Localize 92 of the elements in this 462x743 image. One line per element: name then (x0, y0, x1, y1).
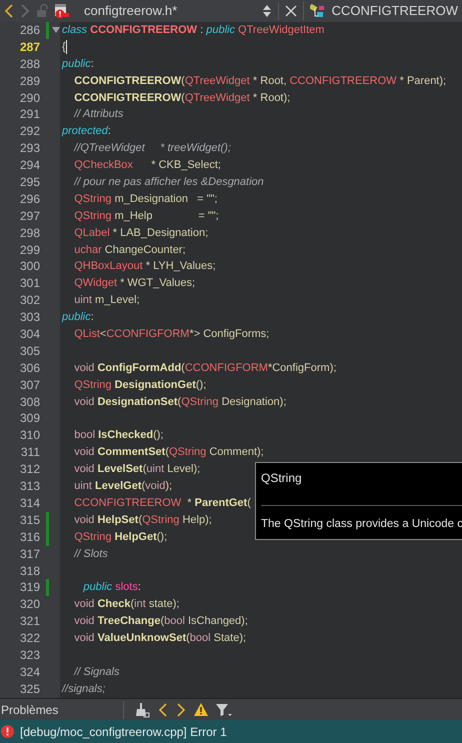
code-line: void Check(int state); (73, 597, 180, 612)
code-line: QHBoxLayout * LYH_Values; (73, 259, 216, 274)
line-number: 310 (18, 427, 40, 444)
code-line: QString HelpGet(); (73, 530, 168, 545)
filter-icon[interactable] (216, 702, 232, 716)
symbol-label[interactable]: CCONFIGTREEROW (332, 1, 458, 21)
code-line: void DesignationSet(QString Designation); (73, 394, 286, 410)
warning-icon[interactable] (194, 703, 208, 716)
code-line: //signals; (62, 682, 106, 697)
line-number: 295 (18, 174, 40, 191)
line-number: 318 (18, 562, 40, 580)
code-line: QString m_Help = ""; (73, 208, 219, 224)
line-number: 306 (18, 360, 40, 377)
code-line: QList<CCONFIGFORM*> ConfigForms; (73, 327, 270, 342)
previous-icon[interactable] (158, 702, 168, 716)
code-line: bool IsChecked(); (73, 428, 164, 444)
line-number: 291 (18, 106, 40, 124)
code-line: uint m_Level; (73, 293, 140, 308)
code-line: QWidget * WGT_Values; (73, 276, 196, 292)
line-number: 287 (18, 38, 40, 56)
line-number: 311 (20, 444, 40, 462)
code-line: public: (62, 56, 94, 72)
file-error-icon (54, 3, 70, 19)
line-number: 324 (18, 664, 40, 681)
line-number: 293 (18, 140, 40, 158)
file-name[interactable]: configtreerow.h* (84, 1, 178, 21)
code-line: public slots: (82, 580, 141, 596)
clean-icon[interactable] (134, 702, 150, 718)
code-line: class CCONFIGTREEROW : public QTreeWidgetItem (62, 23, 324, 38)
line-number: 308 (18, 394, 40, 410)
code-line: QLabel * LAB_Designation; (73, 226, 208, 241)
close-icon[interactable] (284, 5, 297, 17)
line-number: 286 (18, 22, 40, 39)
tooltip-title: QString (260, 470, 303, 487)
line-number: 299 (18, 242, 40, 258)
line-number: 307 (18, 376, 40, 394)
line-number: 298 (18, 224, 40, 242)
code-line: // pour ne pas afficher les &Desgnation (72, 175, 264, 190)
code-line: CCONFIGTREEROW(QTreeWidget * Root); (73, 90, 290, 106)
code-line: { (62, 40, 66, 55)
line-number: 292 (18, 123, 40, 140)
line-number: 319 (18, 579, 40, 596)
code-line: void LevelSet(uint Level); (73, 462, 200, 478)
code-line: void ConfigFormAdd(CCONFIGFORM*ConfigForm); (73, 360, 336, 376)
line-number: 312 (18, 461, 40, 478)
next-icon[interactable] (176, 702, 186, 716)
code-line: // Slots (72, 546, 108, 562)
line-number: 288 (18, 56, 40, 73)
up-down-icon[interactable] (262, 4, 272, 18)
line-number: 304 (18, 326, 40, 343)
line-number: 290 (18, 90, 40, 106)
line-number: 315 (18, 512, 40, 529)
line-number: 325 (18, 680, 40, 698)
code-line: uint LevelGet(void); (73, 479, 172, 494)
line-number: 289 (18, 72, 40, 90)
text-cursor (66, 40, 67, 54)
line-number: 309 (18, 410, 40, 428)
code-line: protected: (62, 124, 111, 140)
line-number: 296 (18, 190, 40, 208)
line-number: 303 (18, 309, 40, 326)
back-icon[interactable] (4, 4, 14, 18)
code-line: QString DesignationGet(); (73, 378, 206, 393)
line-number: 320 (18, 596, 40, 614)
line-number: 300 (18, 258, 40, 276)
code-line: CCONFIGTREEROW * ParentGet( (73, 496, 251, 511)
line-number: 317 (18, 546, 40, 563)
fold-icon[interactable] (52, 27, 60, 34)
code-line: CCONFIGTREEROW(QTreeWidget * Root, CCONFIGTREEROW * Parent); (73, 74, 446, 89)
code-line: void ValueUnknowSet(bool State); (73, 631, 246, 646)
error-icon (1, 725, 14, 738)
class-icon (310, 4, 326, 18)
line-number: 294 (18, 157, 40, 174)
code-line: void HelpSet(QString Help); (73, 512, 212, 528)
code-line: void TreeChange(bool IsChanged); (73, 614, 248, 630)
line-number: 323 (18, 646, 40, 664)
code-line: QCheckBox * CKB_Select; (73, 158, 221, 174)
line-number: 322 (18, 630, 40, 647)
code-line: uchar ChangeCounter; (73, 242, 186, 258)
line-number: 314 (18, 494, 40, 512)
code-line: public: (62, 310, 94, 326)
code-line: void CommentSet(QString Comment); (73, 445, 264, 460)
code-line: QString m_Designation = ""; (73, 192, 218, 207)
line-number: 321 (18, 613, 40, 630)
line-number: 313 (18, 478, 40, 495)
line-number: 301 (18, 275, 40, 292)
line-number: 305 (18, 342, 40, 360)
line-number: 316 (18, 528, 40, 546)
code-line: // Signals (72, 664, 120, 680)
line-number: 302 (18, 292, 40, 310)
line-number: 297 (18, 208, 40, 225)
code-line: // Attributs (72, 107, 124, 122)
code-line: //QTreeWidget * treeWidget(); (72, 141, 231, 156)
